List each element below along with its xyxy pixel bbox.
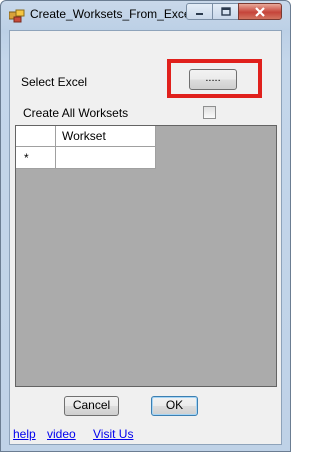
new-row-marker[interactable]: *	[16, 147, 56, 169]
ok-button[interactable]: OK	[151, 396, 198, 416]
help-link[interactable]: help	[13, 427, 36, 441]
grid-new-row[interactable]: *	[16, 147, 156, 169]
select-excel-label: Select Excel	[21, 75, 88, 89]
close-icon	[255, 6, 265, 17]
close-button[interactable]	[238, 3, 282, 20]
create-all-worksets-label: Create All Worksets	[23, 106, 129, 120]
app-icon	[9, 9, 25, 23]
grid-header-row: Workset	[16, 126, 156, 147]
minimize-button[interactable]	[186, 3, 213, 20]
video-link[interactable]: video	[47, 427, 76, 441]
maximize-icon	[220, 7, 231, 16]
grid-corner-cell[interactable]	[16, 126, 56, 147]
title-bar[interactable]: Create_Worksets_From_Excel	[1, 1, 290, 29]
visit-us-link[interactable]: Visit Us	[93, 427, 133, 441]
column-header-workset[interactable]: Workset	[56, 126, 156, 147]
window-title: Create_Worksets_From_Excel	[30, 7, 190, 21]
create-all-worksets-checkbox[interactable]	[203, 106, 216, 119]
maximize-button[interactable]	[212, 3, 239, 20]
browse-excel-button[interactable]: .....	[189, 69, 237, 90]
cancel-button[interactable]: Cancel	[64, 396, 119, 416]
workset-cell[interactable]	[56, 147, 156, 169]
worksets-grid[interactable]: Workset *	[15, 125, 277, 387]
minimize-icon	[195, 12, 203, 15]
